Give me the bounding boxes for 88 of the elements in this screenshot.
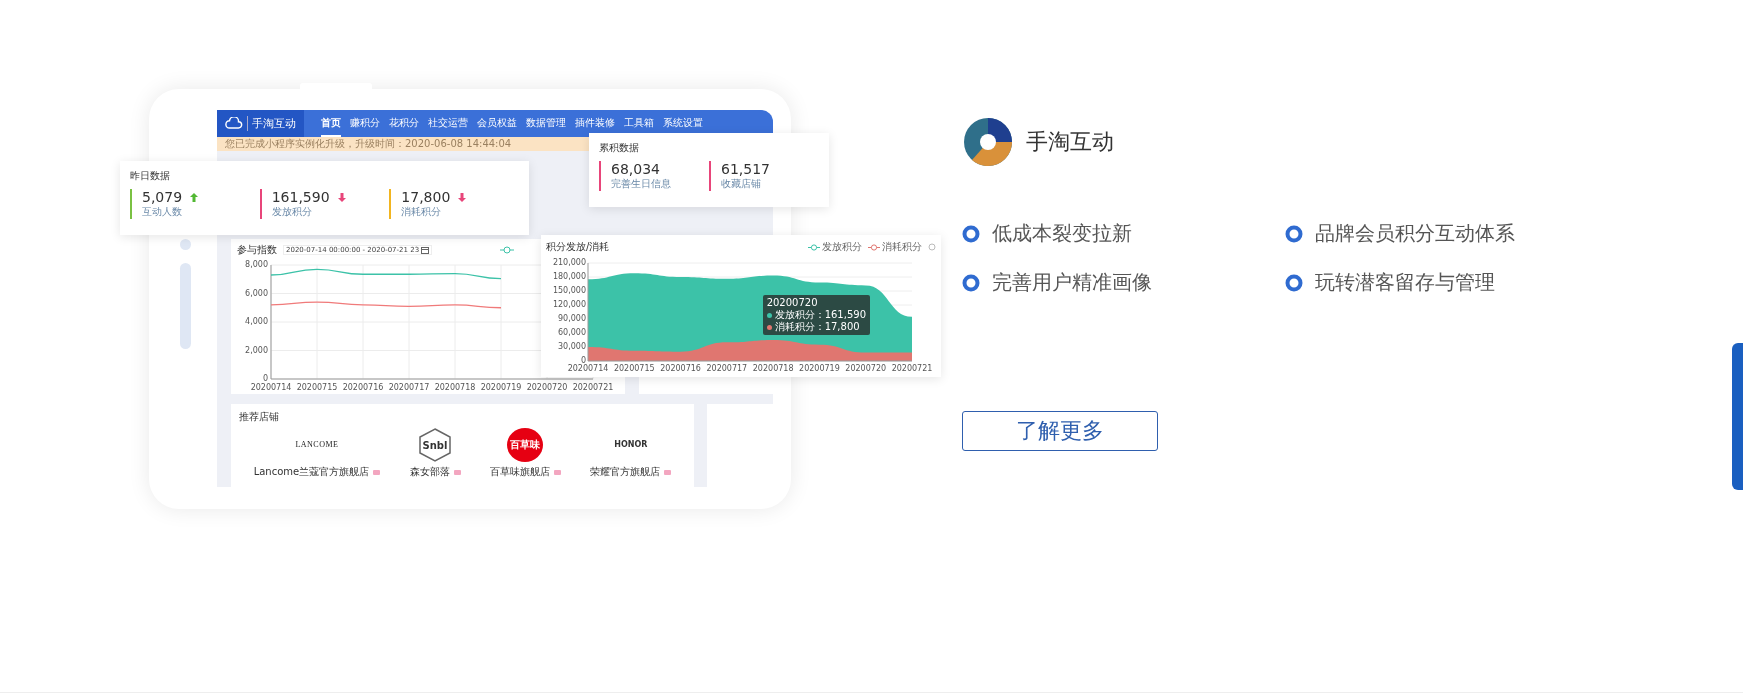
x-tick-label: 20200714 (250, 383, 292, 392)
x-tick-label: 20200714 (567, 364, 609, 373)
y-tick-label: 30,000 (558, 342, 586, 351)
store-logo: LANCOME (295, 439, 339, 451)
side-tab[interactable] (1732, 343, 1743, 490)
y-tick-label: 210,000 (552, 258, 586, 267)
tooltip-title: 20200720 (766, 297, 819, 309)
metric-label: 发放积分 (271, 205, 313, 219)
x-tick-label: 20200716 (660, 364, 701, 373)
tooltip-line: 发放积分：161,590 (774, 309, 866, 321)
x-tick-label: 20200717 (388, 383, 430, 392)
x-tick-label: 20200719 (799, 364, 840, 373)
feature-text: 品牌会员积分互动体系 (1315, 220, 1515, 247)
y-tick-label: 2,000 (245, 345, 268, 355)
metric-label: 消耗积分 (401, 205, 443, 219)
metric-label: 完善生日信息 (611, 177, 671, 191)
nav-tab[interactable]: 会员权益 (477, 110, 517, 137)
metric-value: 68,034 (611, 161, 660, 177)
metric-label: 互动人数 (142, 205, 183, 219)
metric-label: 收藏店铺 (721, 177, 762, 191)
calendar-icon (421, 246, 430, 254)
store-name[interactable]: 荣耀官方旗舰店 (590, 465, 661, 479)
y-tick-label: 0 (262, 374, 268, 383)
store-icon (664, 468, 672, 476)
y-tick-label: 120,000 (552, 300, 586, 309)
nav-tab[interactable]: 插件装修 (575, 110, 615, 137)
store-name[interactable]: 百草味旗舰店 (489, 465, 550, 479)
nav-tab[interactable]: 工具箱 (624, 110, 654, 137)
y-tick-label: 60,000 (558, 328, 586, 337)
nav-tab[interactable]: 社交运营 (428, 110, 468, 137)
legend-icon (500, 246, 515, 254)
y-tick-label: 4,000 (245, 317, 268, 326)
x-tick-label: 20200715 (296, 383, 338, 392)
stores-title: 推荐店铺 (239, 410, 280, 424)
x-tick-label: 20200720 (526, 383, 568, 392)
metric-value: 17,800 (401, 189, 451, 205)
x-tick-label: 20200718 (752, 364, 794, 373)
nav-tab[interactable]: 花积分 (389, 110, 419, 137)
store-logo: Snbl (419, 428, 452, 462)
store-icon (373, 468, 381, 476)
legend-label: 发放积分 (822, 240, 862, 254)
metric-value: 61,517 (721, 161, 770, 177)
bullet-icon (1285, 273, 1303, 292)
nav-tab[interactable]: 赚积分 (350, 110, 380, 137)
y-tick-label: 0 (580, 356, 586, 365)
x-tick-label: 20200719 (480, 383, 522, 392)
scroll-dot (180, 239, 191, 250)
y-tick-label: 8,000 (245, 260, 268, 269)
x-tick-label: 20200720 (845, 364, 887, 373)
x-tick-label: 20200718 (434, 383, 476, 392)
bullet-icon (1285, 224, 1303, 243)
chart-title: 参与指数 (237, 243, 277, 257)
y-tick-label: 6,000 (245, 288, 268, 298)
card-title: 昨日数据 (130, 169, 171, 183)
legend-label: 消耗积分 (882, 240, 922, 254)
x-tick-label: 20200721 (891, 364, 933, 373)
tooltip-line: 消耗积分：17,800 (774, 321, 860, 333)
y-tick-label: 180,000 (552, 272, 586, 281)
metric-value: 161,590 (271, 189, 330, 205)
store-name[interactable]: Lancome兰蔻官方旗舰店 (253, 465, 370, 479)
store-icon (453, 468, 461, 476)
brand-name: 手淘互动 (247, 116, 296, 131)
x-tick-label: 20200715 (613, 364, 655, 373)
y-tick-label: 90,000 (558, 314, 586, 323)
store-icon (553, 468, 561, 476)
store-logo: HONOR (614, 439, 648, 451)
nav-tab[interactable]: 数据管理 (526, 110, 566, 137)
store-name[interactable]: 森女部落 (409, 465, 450, 479)
product-logo-icon (962, 116, 1014, 168)
x-tick-label: 20200716 (342, 383, 384, 392)
refresh-icon[interactable] (928, 243, 936, 251)
bullet-icon (962, 224, 980, 243)
x-tick-label: 20200721 (572, 383, 614, 392)
metric-value: 5,079 (142, 189, 183, 205)
nav-tab[interactable]: 系统设置 (663, 110, 703, 137)
feature-text: 玩转潜客留存与管理 (1315, 269, 1495, 296)
learn-more-button[interactable]: 了解更多 (962, 411, 1158, 451)
product-name: 手淘互动 (1026, 128, 1114, 156)
y-axis: 0 2,000 4,000 6,000 8,000 (245, 260, 272, 383)
chart-title: 积分发放/消耗 (546, 240, 610, 254)
y-tick-label: 150,000 (552, 286, 586, 295)
feature-text: 低成本裂变拉新 (992, 220, 1132, 247)
feature-text: 完善用户精准画像 (992, 269, 1152, 296)
x-tick-label: 20200717 (706, 364, 748, 373)
store-logo: 百草味 (507, 428, 544, 462)
y-axis: 0 30,000 60,000 90,000 120,000 150,000 180,000 210,000 (552, 258, 589, 365)
cloud-icon (225, 117, 243, 130)
bullet-icon (962, 273, 980, 292)
